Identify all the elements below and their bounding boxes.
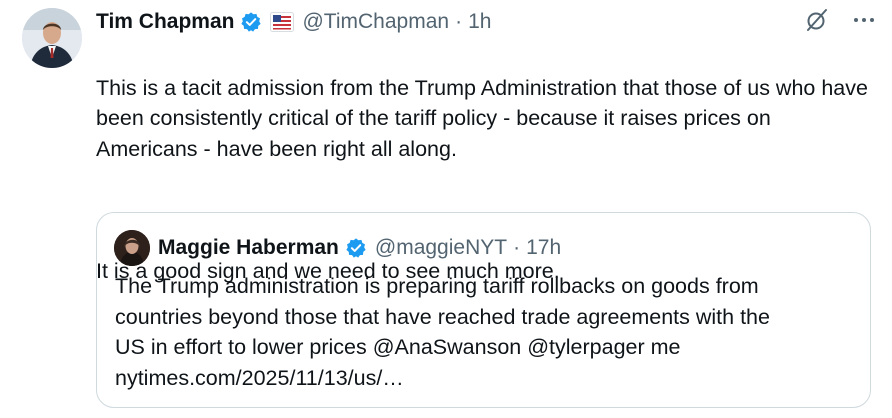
quoted-tweet[interactable]: Maggie Haberman @maggieNYT · 17h The Tru… <box>96 212 871 408</box>
grok-icon[interactable] <box>804 7 830 38</box>
tweet: Tim Chapman @TimChapman · 1h This is a t… <box>0 0 892 418</box>
quoted-text-line: US in effort to lower prices @AnaSwanson… <box>115 335 681 359</box>
quoted-tweet-timestamp[interactable]: 17h <box>526 236 561 260</box>
tweet-text-paragraph: This is a tacit admission from the Trump… <box>96 75 868 161</box>
header-separator: · <box>513 236 521 259</box>
author-avatar[interactable] <box>22 8 82 68</box>
quoted-author-avatar[interactable] <box>114 230 150 266</box>
quoted-tweet-header: Maggie Haberman @maggieNYT · 17h <box>158 234 561 262</box>
quoted-author-name[interactable]: Maggie Haberman <box>158 236 339 260</box>
quoted-text-line: The Trump administration is preparing ta… <box>115 274 759 298</box>
tweet-timestamp[interactable]: 1h <box>468 10 491 34</box>
header-separator: · <box>455 10 463 33</box>
us-flag-icon <box>270 12 295 32</box>
quoted-text-link[interactable]: nytimes.com/2025/11/13/us/… <box>115 363 855 394</box>
verified-badge-icon <box>345 237 367 259</box>
more-icon[interactable] <box>852 8 876 37</box>
quoted-text-line: countries beyond those that have reached… <box>115 304 770 329</box>
author-name[interactable]: Tim Chapman <box>96 10 234 34</box>
tweet-header: Tim Chapman @TimChapman · 1h <box>96 8 491 36</box>
author-handle[interactable]: @TimChapman <box>302 10 449 34</box>
quoted-author-handle[interactable]: @maggieNYT <box>375 236 507 260</box>
quoted-tweet-text: The Trump administration is preparing ta… <box>115 271 855 393</box>
tweet-actions <box>804 8 876 36</box>
verified-badge-icon <box>240 11 262 33</box>
